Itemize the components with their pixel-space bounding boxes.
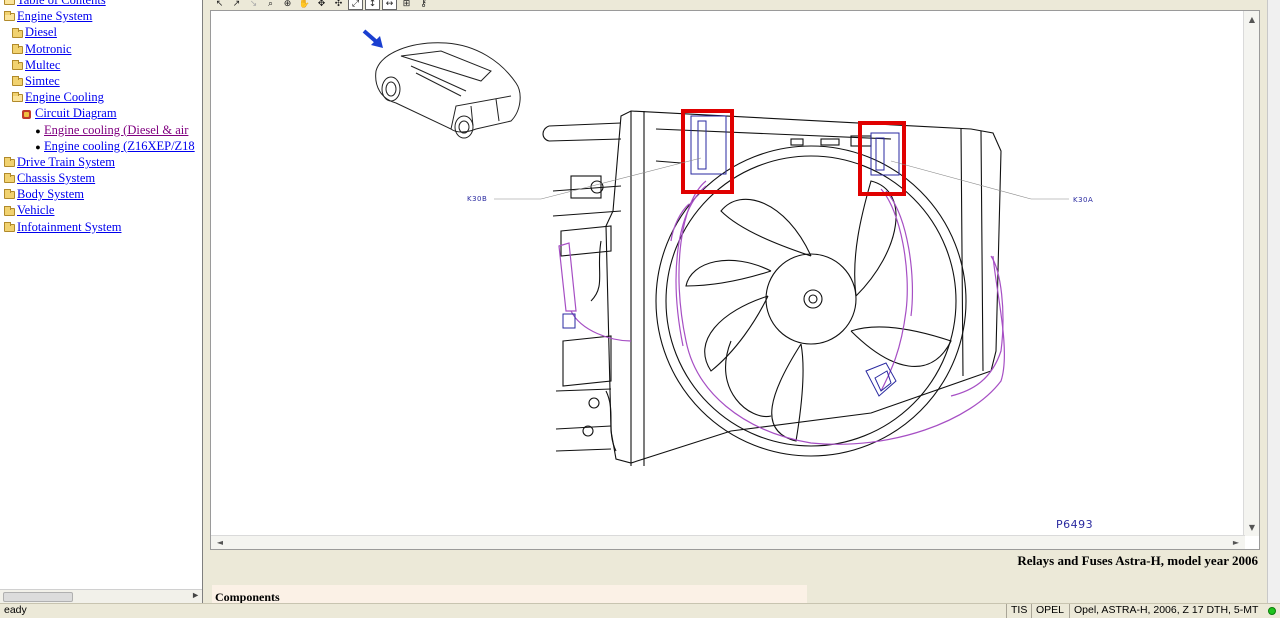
tree-item-label[interactable]: Infotainment System	[17, 220, 122, 234]
fit-height-icon[interactable]: ↕	[365, 0, 380, 10]
viewer-vertical-scrollbar[interactable]: ▲ ▼	[1243, 11, 1259, 536]
tree-item[interactable]: Body System	[0, 186, 202, 202]
tree-item-label[interactable]: Drive Train System	[17, 155, 115, 169]
tree-item-label[interactable]: Motronic	[25, 42, 72, 56]
scroll-right-arrow-icon[interactable]: ►	[191, 590, 200, 600]
leader-lines	[494, 157, 1069, 200]
viewer-horizontal-scrollbar[interactable]: ◄ ►	[211, 535, 1245, 549]
outer-vertical-scrollbar[interactable]	[1267, 0, 1280, 603]
tree-item[interactable]: Diesel	[0, 24, 202, 40]
scroll-up-arrow-icon[interactable]: ▲	[1245, 13, 1259, 26]
measure-icon[interactable]: ⊞	[399, 0, 414, 10]
tree-item-label[interactable]: Engine cooling (Z16XEP/Z18	[44, 139, 195, 153]
folder-icon	[4, 205, 15, 216]
tree-item-label[interactable]: Diesel	[25, 25, 57, 39]
document-title: Relays and Fuses Astra-H, model year 200…	[1017, 553, 1258, 568]
tree-item-label[interactable]: Vehicle	[17, 203, 54, 217]
tree-item[interactable]: Engine Cooling	[0, 89, 202, 105]
zoom-area-icon[interactable]: ⊕	[280, 0, 295, 10]
fit-window-icon[interactable]: ⤢	[348, 0, 363, 10]
bullet-icon: ●	[35, 141, 41, 152]
select-minus-icon[interactable]: ↘	[246, 0, 261, 10]
folder-icon	[12, 59, 23, 70]
tree-item[interactable]: Motronic	[0, 41, 202, 57]
status-text: eady	[4, 604, 27, 616]
tree-item-label[interactable]: Multec	[25, 58, 60, 72]
diagram-viewer[interactable]: K30B K30A P6493 ▲ ▼ ◄ ►	[210, 10, 1260, 550]
wiring-harness	[558, 180, 1005, 445]
tree-item[interactable]: ● Engine cooling (Diesel & air	[0, 122, 202, 138]
status-cell-brand: OPEL	[1031, 604, 1068, 618]
select-plus-icon[interactable]: ↗	[229, 0, 244, 10]
bullet-icon: ●	[35, 125, 41, 136]
figure-id: P6493	[1056, 518, 1094, 531]
scroll-down-arrow-icon[interactable]: ▼	[1245, 521, 1259, 534]
tree-item[interactable]: Engine System	[0, 8, 202, 24]
tree-item-label[interactable]: Circuit Diagram	[35, 106, 117, 120]
highlight-k30b	[681, 109, 734, 194]
engine-cooling-fan-diagram: K30B K30A	[362, 29, 1093, 466]
tree-item-label[interactable]: Simtec	[25, 74, 60, 88]
tree-item-label[interactable]: Body System	[17, 187, 84, 201]
folder-icon	[4, 173, 15, 184]
folder-icon	[4, 189, 15, 200]
tree-item-label[interactable]: Table of Contents	[17, 0, 106, 7]
tree-item-label[interactable]: Engine cooling (Diesel & air	[44, 123, 188, 137]
tree-item[interactable]: Simtec	[0, 73, 202, 89]
label-k30b: K30B	[467, 195, 487, 203]
scroll-right-arrow-icon[interactable]: ►	[1229, 536, 1243, 549]
tree-item-label[interactable]: Engine Cooling	[25, 90, 104, 104]
tree-item[interactable]: Vehicle	[0, 202, 202, 218]
folder-icon	[12, 43, 23, 54]
tree: Table of Contents Engine System Diesel Motr…	[0, 0, 202, 235]
tree-item[interactable]: Circuit Diagram	[0, 105, 202, 121]
status-cell-system: TIS	[1006, 604, 1031, 618]
scroll-thumb[interactable]	[3, 592, 73, 602]
key-icon[interactable]: ⚷	[416, 0, 431, 10]
zoom-icon[interactable]: ⌕	[263, 0, 278, 10]
folder-open-icon	[4, 11, 15, 22]
expand-icon[interactable]: ✣	[331, 0, 346, 10]
tree-horizontal-scrollbar[interactable]: ►	[0, 589, 202, 603]
connection-status-icon	[1268, 607, 1276, 615]
status-cell-vehicle: Opel, ASTRA-H, 2006, Z 17 DTH, 5-MT	[1069, 604, 1262, 618]
pan-hand-icon[interactable]: ✋	[297, 0, 312, 10]
tree-item[interactable]: Multec	[0, 57, 202, 73]
navigation-tree-pane: Table of Contents Engine System Diesel Motr…	[0, 0, 203, 603]
fit-width-icon[interactable]: ↔	[382, 0, 397, 10]
folder-open-icon	[4, 0, 15, 6]
tree-item[interactable]: Drive Train System	[0, 154, 202, 170]
tree-item-label[interactable]: Engine System	[17, 9, 92, 23]
move-icon[interactable]: ✥	[314, 0, 329, 10]
folder-icon	[12, 27, 23, 38]
folder-icon	[12, 76, 23, 87]
diagram-icon	[22, 109, 31, 119]
highlight-k30a	[858, 121, 906, 196]
tree-item[interactable]: Table of Contents	[0, 0, 202, 8]
select-arrow-icon[interactable]: ↖	[212, 0, 227, 10]
status-bar: eady TIS OPEL Opel, ASTRA-H, 2006, Z 17 …	[0, 603, 1280, 618]
components-panel: Components	[212, 585, 807, 604]
tree-item[interactable]: Chassis System	[0, 170, 202, 186]
folder-icon	[4, 221, 15, 232]
direction-arrow-icon	[362, 29, 383, 48]
folder-icon	[4, 157, 15, 167]
tree-item[interactable]: ● Engine cooling (Z16XEP/Z18	[0, 138, 202, 154]
car-outline-icon	[375, 42, 521, 139]
folder-open-icon	[12, 92, 23, 103]
scroll-left-arrow-icon[interactable]: ◄	[213, 536, 227, 549]
label-k30a: K30A	[1073, 196, 1093, 204]
tree-item[interactable]: Infotainment System	[0, 219, 202, 235]
tree-item-label[interactable]: Chassis System	[17, 171, 95, 185]
